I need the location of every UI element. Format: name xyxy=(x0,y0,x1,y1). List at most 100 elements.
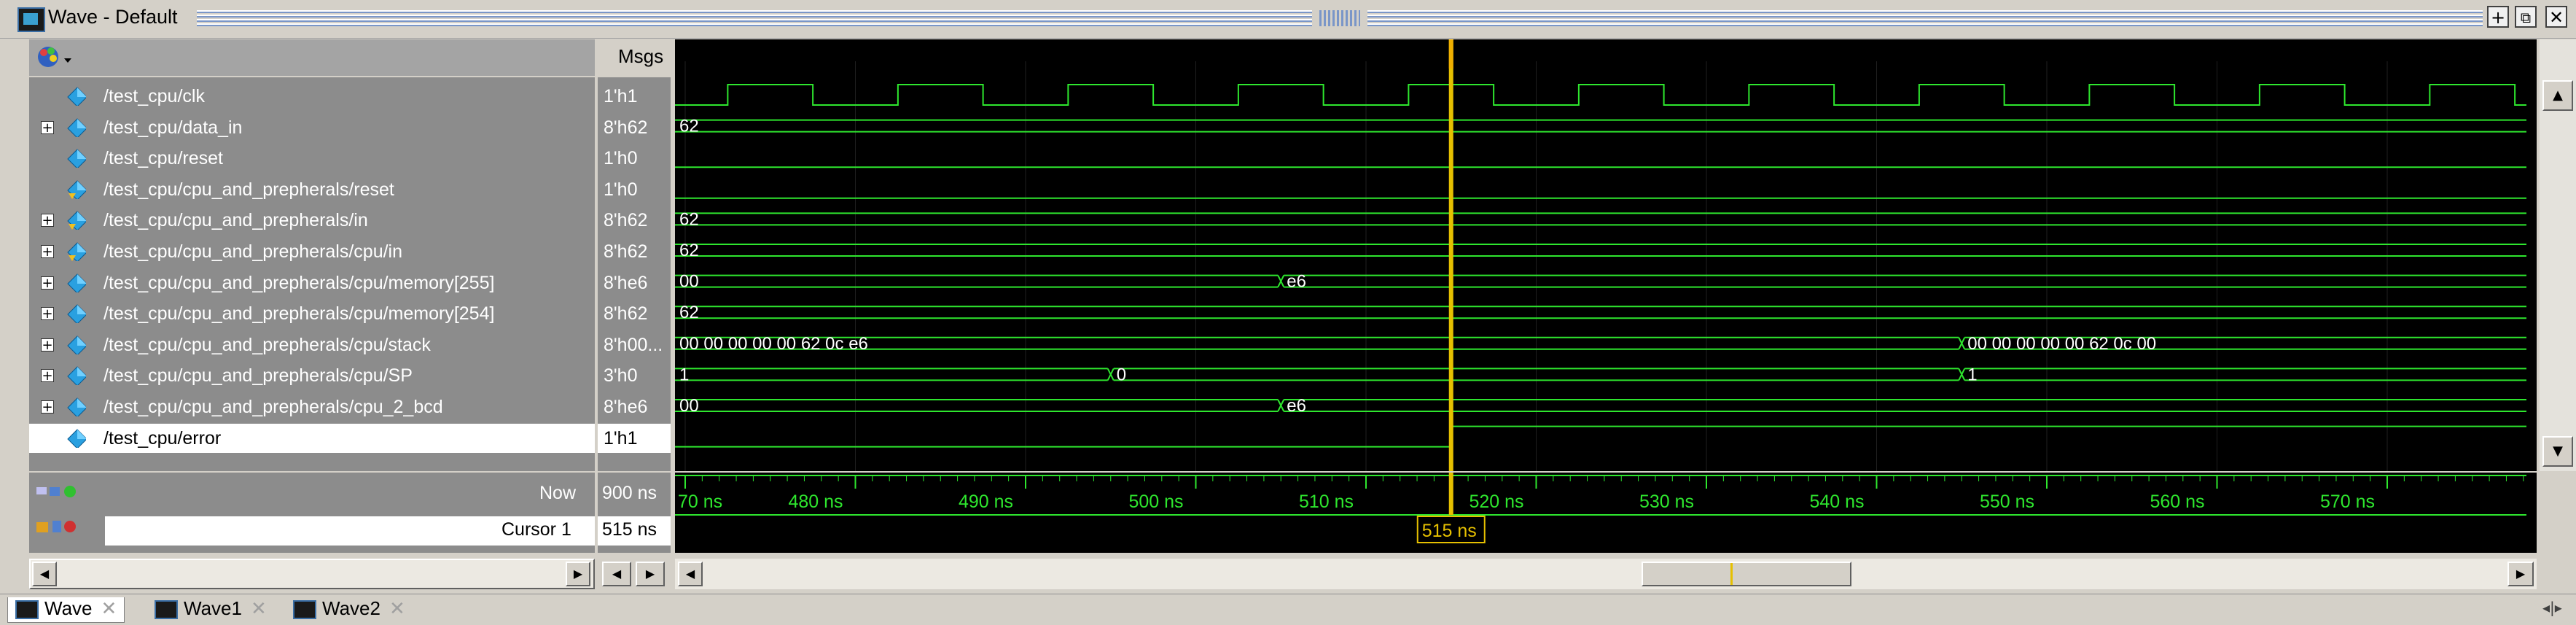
signal-row[interactable]: + /test_cpu/data_in xyxy=(29,113,595,142)
tab-close-icon[interactable]: ✕ xyxy=(389,597,405,619)
signal-value-row[interactable]: 8'h62 xyxy=(598,299,671,328)
expand-icon[interactable]: + xyxy=(41,245,54,259)
cursor-time-tag: 515 ns xyxy=(1422,521,1477,541)
expand-icon[interactable]: + xyxy=(41,120,54,134)
signal-row[interactable]: + /test_cpu/cpu_and_prepherals/in xyxy=(29,206,595,235)
tab-wave[interactable]: Wave ✕ xyxy=(7,597,125,623)
title-grip-right[interactable] xyxy=(1367,10,2483,26)
dock-button[interactable]: + xyxy=(2487,6,2509,28)
wave-scroll-right-button[interactable]: ▶ xyxy=(2507,562,2534,586)
signal-row[interactable]: + /test_cpu/cpu_and_prepherals/cpu/SP xyxy=(29,361,595,390)
signal-row[interactable]: /test_cpu/cpu_and_prepherals/reset xyxy=(29,175,595,204)
tab-wave1-label: Wave1 xyxy=(184,597,242,619)
cursor-ruler-line[interactable] xyxy=(1448,473,1453,515)
scroll-down-button[interactable]: ▼ xyxy=(2542,436,2573,467)
undock-button[interactable]: ⧉ xyxy=(2515,6,2537,28)
signal-name: /test_cpu/cpu_and_prepherals/cpu/memory[… xyxy=(104,303,495,325)
signal-value-row[interactable]: 8'he6 xyxy=(598,268,671,298)
diamond-icon xyxy=(67,397,86,416)
stack-bus-label: 00 00 00 00 00 62 0c e6 xyxy=(679,334,868,354)
wave-hscrollbar[interactable] xyxy=(675,559,2537,589)
wave-scroll-thumb[interactable] xyxy=(1642,562,1851,586)
name-scroll-left-button[interactable]: ◀ xyxy=(32,562,57,586)
signal-value-row[interactable]: 1'h0 xyxy=(598,175,671,204)
ruler-tick-label: 480 ns xyxy=(789,492,843,512)
ruler-tick-label: 530 ns xyxy=(1639,492,1694,512)
wave-scroll-left-button[interactable]: ◀ xyxy=(678,562,703,586)
vertical-scrollbar[interactable]: ▲ ▼ xyxy=(2540,39,2576,471)
signal-value-row[interactable]: 8'h62 xyxy=(598,113,671,142)
diamond-input-icon xyxy=(67,180,86,199)
signal-value-row[interactable]: 8'he6 xyxy=(598,392,671,422)
thumb-cursor-marker xyxy=(1730,563,1733,585)
title-grip-handle[interactable] xyxy=(1319,10,1360,26)
signal-value: 8'he6 xyxy=(604,272,648,293)
cursor-tools-icons[interactable] xyxy=(34,484,99,543)
tab-close-icon[interactable]: ✕ xyxy=(101,597,117,619)
signal-value-row[interactable]: 8'h00... xyxy=(598,330,671,360)
expand-icon[interactable]: + xyxy=(41,276,54,290)
cursor-head[interactable] xyxy=(1448,39,1453,69)
signal-value-panel[interactable]: 1'h1 8'h62 1'h0 1'h0 8'h62 8'h62 8'he6 8'h62 8'h… xyxy=(598,77,671,471)
signal-value-row[interactable]: 8'h62 xyxy=(598,206,671,235)
tab-wave2[interactable]: Wave2 ✕ xyxy=(289,597,410,622)
in-bus-label: 62 xyxy=(679,209,699,229)
signal-value-row[interactable]: 1'h0 xyxy=(598,144,671,173)
cursor-value: 515 ns xyxy=(602,519,657,540)
waveform-canvas[interactable]: 62626200 e66200 00 00 00 00 62 0c e6 00 00… xyxy=(675,39,2537,471)
tab-scroll-arrows[interactable]: ◂|▸ xyxy=(2542,599,2562,616)
signal-value: 1'h0 xyxy=(604,148,638,169)
expand-icon[interactable]: + xyxy=(41,214,54,228)
signal-value-row[interactable]: 8'h62 xyxy=(598,237,671,266)
time-ruler-panel[interactable]: 70 ns 480 ns 490 ns 500 ns 510 ns 520 ns 530 n… xyxy=(675,473,2537,553)
memory254-bus-label: 62 xyxy=(679,303,699,322)
ruler-tick-label: 560 ns xyxy=(2150,492,2205,512)
signal-row[interactable]: + /test_cpu/cpu_and_prepherals/cpu_2_bcd xyxy=(29,392,595,422)
signal-name-panel[interactable]: /test_cpu/clk + /test_cpu/data_in/test_cpu… xyxy=(29,77,595,471)
close-button[interactable]: ✕ xyxy=(2545,6,2567,28)
cpu-2-bcd-bus-label: e6 xyxy=(1287,396,1306,416)
title-bar[interactable]: Wave - Default + ⧉ ✕ xyxy=(0,0,2576,39)
wave-window-icon xyxy=(17,7,45,32)
signal-row[interactable]: + /test_cpu/cpu_and_prepherals/cpu/memory… xyxy=(29,299,595,328)
signal-value-row[interactable]: 1'h1 xyxy=(598,82,671,111)
ruler-tick-label: 570 ns xyxy=(2320,492,2375,512)
name-scroll-right-button[interactable]: ▶ xyxy=(566,562,590,586)
signal-row[interactable]: + /test_cpu/cpu_and_prepherals/cpu/memory… xyxy=(29,268,595,298)
signal-row[interactable]: + /test_cpu/cpu_and_prepherals/cpu/stack xyxy=(29,330,595,360)
msgs-scroll-left-button[interactable]: ◀ xyxy=(602,562,631,586)
tab-close-icon[interactable]: ✕ xyxy=(251,597,267,619)
palette-icon[interactable] xyxy=(34,42,92,73)
signal-row[interactable]: + /test_cpu/cpu_and_prepherals/cpu/in xyxy=(29,237,595,266)
cursor-line[interactable] xyxy=(1448,39,1453,471)
signal-row[interactable]: /test_cpu/error xyxy=(29,423,595,453)
diamond-input-icon xyxy=(67,242,86,261)
expand-icon[interactable]: + xyxy=(41,307,54,321)
time-value-panel: 900 ns 515 ns xyxy=(598,473,671,553)
diamond-icon xyxy=(67,87,86,106)
memory255-bus-label: 00 xyxy=(679,272,699,292)
clk-waveform xyxy=(675,84,2526,106)
diamond-icon xyxy=(67,273,86,292)
tab-wave1[interactable]: Wave1 ✕ xyxy=(150,597,271,622)
signal-row[interactable]: /test_cpu/reset xyxy=(29,144,595,173)
tab-wave-label: Wave xyxy=(44,597,93,619)
scroll-up-button[interactable]: ▲ xyxy=(2542,80,2573,111)
ruler-tick-label: 70 ns xyxy=(678,492,722,512)
diamond-icon xyxy=(67,366,86,386)
waveform-panel[interactable]: 62 62 62 00 e6 62 00 00 00 00 00 62 0c e6 00 00… xyxy=(675,39,2537,471)
signal-row[interactable]: /test_cpu/clk xyxy=(29,82,595,111)
diamond-input-icon xyxy=(67,211,86,230)
expand-icon[interactable]: + xyxy=(41,369,54,383)
msgs-scroll-right-button[interactable]: ▶ xyxy=(636,562,665,586)
signal-value-row[interactable]: 3'h0 xyxy=(598,361,671,390)
time-ruler[interactable]: 70 ns 480 ns 490 ns 500 ns 510 ns 520 ns 530 n… xyxy=(675,473,2537,553)
signal-value: 8'h62 xyxy=(604,303,648,325)
signal-value: 8'h00... xyxy=(604,334,663,355)
signal-name: /test_cpu/clk xyxy=(104,86,205,106)
name-hscrollbar[interactable] xyxy=(29,559,595,589)
title-grip-left[interactable] xyxy=(197,10,1312,26)
signal-value-row[interactable]: 1'h1 xyxy=(598,423,671,453)
expand-icon[interactable]: + xyxy=(41,400,54,414)
expand-icon[interactable]: + xyxy=(41,338,54,352)
